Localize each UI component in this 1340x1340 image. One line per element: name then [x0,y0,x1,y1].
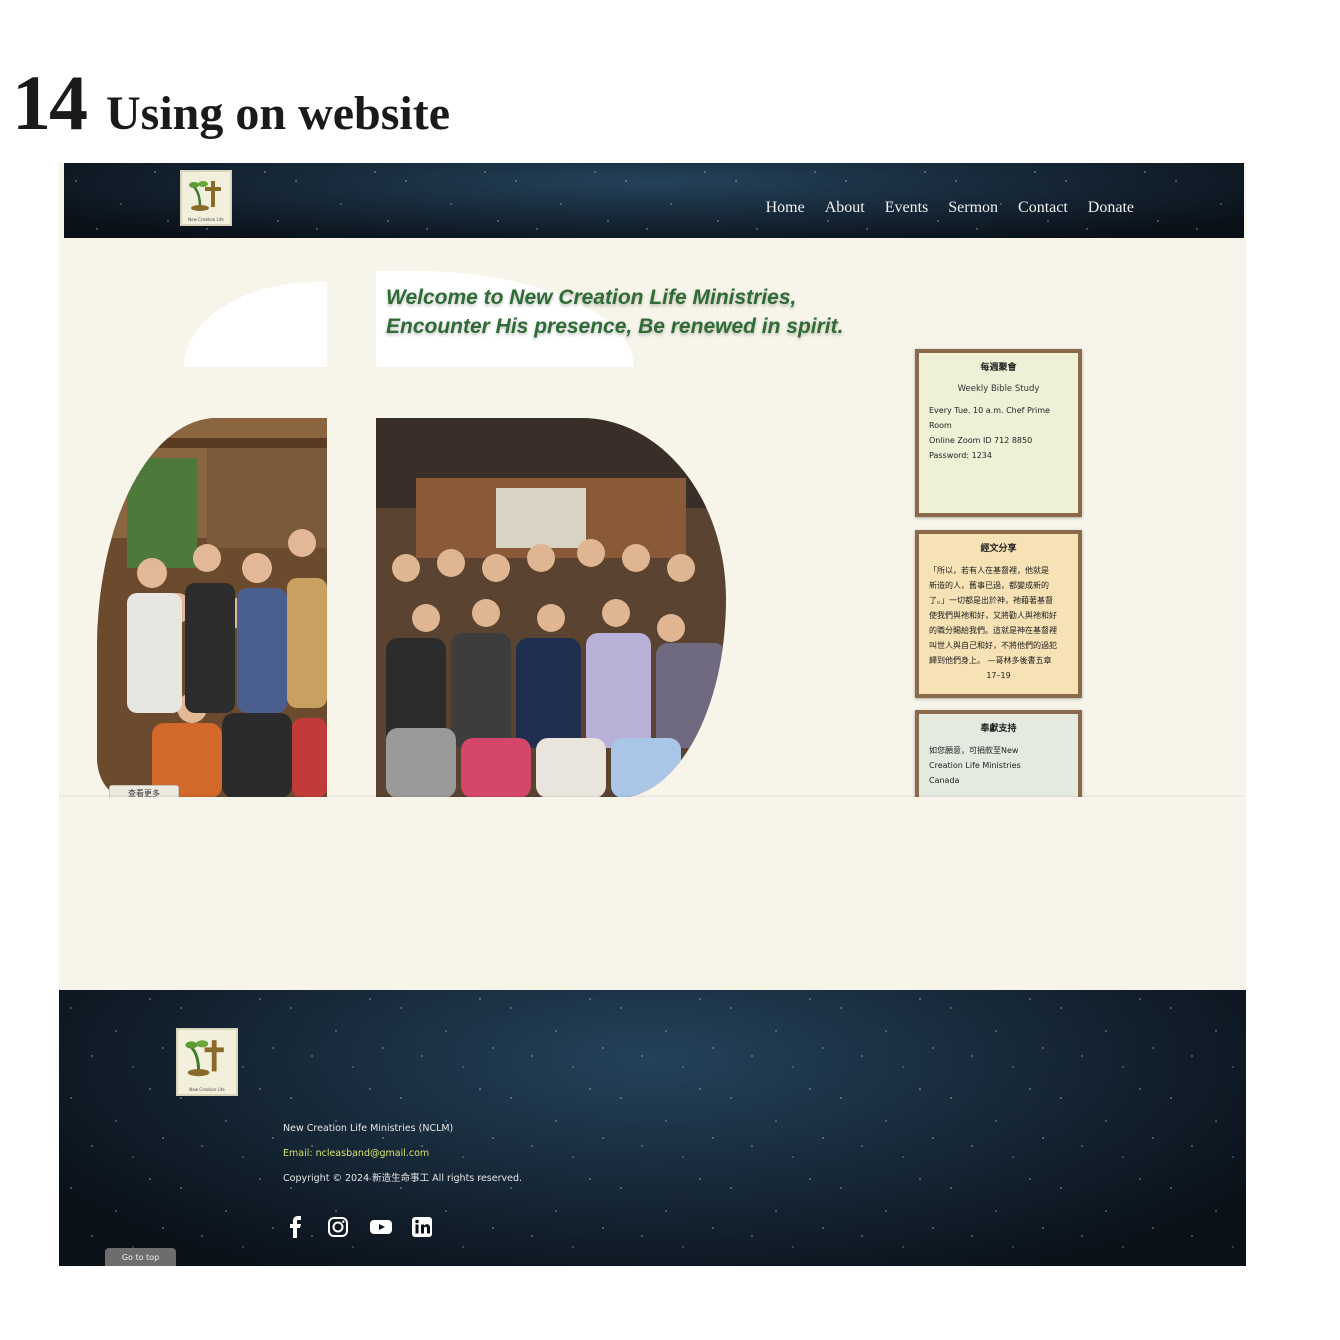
group-photo-right-image [376,418,726,798]
welcome-line-2: Encounter His presence, Be renewed in sp… [386,315,844,338]
site-logo[interactable]: New Creation Life [180,170,232,226]
nav-about[interactable]: About [825,199,865,217]
card-line: Password: 1234 [929,451,992,460]
site-footer: New Creation Life New Creation Life Mini… [59,990,1246,1266]
nav-sermon[interactable]: Sermon [948,199,998,217]
card-title: 經文分享 [980,544,1017,554]
footer-org-name: New Creation Life Ministries (NCLM) [283,1123,454,1134]
slide-heading: 14 Using on website [12,58,450,148]
card-line: 新造的人，舊事已過，都變成新的 [929,581,1049,590]
linkedin-icon[interactable] [411,1216,433,1238]
group-photo-left [97,418,327,798]
main-nav: Home About Events Sermon Contact Donate [766,199,1134,217]
card-line: 歸到他們身上。 —哥林多後書五章 [929,656,1052,665]
card-line: 17–19 [986,671,1011,680]
logo-caption: New Creation Life [188,217,224,222]
info-card-donation: 奉獻支持 如您願意，可捐款至New Creation Life Ministri… [915,710,1082,805]
card-line: 叫世人與自己和好，不將他們的過犯 [929,641,1057,650]
info-card-scripture: 經文分享 「所以，若有人在基督裡，他就是 新造的人，舊事已過，都變成新的 了。」… [915,530,1082,698]
card-line: Room [929,421,952,430]
card-title: 每週聚會 [980,363,1017,373]
sprout-cross-logo-icon [189,181,221,211]
card-line: Creation Life Ministries [929,761,1021,770]
card-line: 「所以，若有人在基督裡，他就是 [929,566,1049,575]
card-subtitle: Weekly Bible Study [957,384,1040,394]
sprout-cross-logo-icon [185,1040,224,1077]
slide-number: 14 [12,59,88,146]
card-line: Every Tue. 10 a.m. Chef Prime [929,406,1050,415]
footer-copyright: Copyright © 2024 新造生命事工 All rights reser… [283,1173,523,1184]
group-photo-right [376,418,726,798]
info-card-bible-study: 每週聚會 Weekly Bible Study Every Tue. 10 a.… [915,349,1082,517]
instagram-icon[interactable] [327,1216,349,1238]
social-links [285,1216,433,1238]
card-line: Canada [929,776,960,785]
card-title: 奉獻支持 [980,724,1017,734]
footer-logo[interactable]: New Creation Life [176,1028,238,1096]
footer-info: New Creation Life Ministries (NCLM) Emai… [283,1116,522,1191]
content-spacer [59,797,1246,990]
back-to-top-button[interactable]: Go to top [105,1248,176,1266]
card-line: Online Zoom ID 712 8850 [929,436,1033,445]
card-line: 如您願意，可捐款至New [929,746,1019,755]
website-screenshot: New Creation Life Home About Events Serm… [59,163,1246,1266]
welcome-line-1: Welcome to New Creation Life Ministries, [386,286,797,309]
slide-title: Using on website [106,87,451,140]
group-photo-left-image [97,418,327,798]
nav-donate[interactable]: Donate [1088,199,1134,217]
nav-contact[interactable]: Contact [1018,199,1068,217]
youtube-icon[interactable] [369,1216,392,1238]
facebook-icon[interactable] [285,1216,307,1238]
cross-window-top-left [184,282,327,367]
logo-caption: New Creation Life [189,1087,225,1092]
hero-section: Welcome to New Creation Life Ministries,… [59,238,1246,805]
nav-events[interactable]: Events [885,199,929,217]
card-line: 使我們與祂和好，又將勸人與祂和好 [929,611,1057,620]
site-header: New Creation Life Home About Events Serm… [64,163,1244,238]
nav-home[interactable]: Home [766,199,805,217]
card-line: 了。」一切都是出於神，祂藉著基督 [929,596,1053,605]
card-line: 的職分賜給我們。這就是神在基督裡 [929,626,1057,635]
welcome-heading: Welcome to New Creation Life Ministries,… [386,283,843,341]
footer-email[interactable]: Email: ncleasband@gmail.com [283,1141,522,1166]
